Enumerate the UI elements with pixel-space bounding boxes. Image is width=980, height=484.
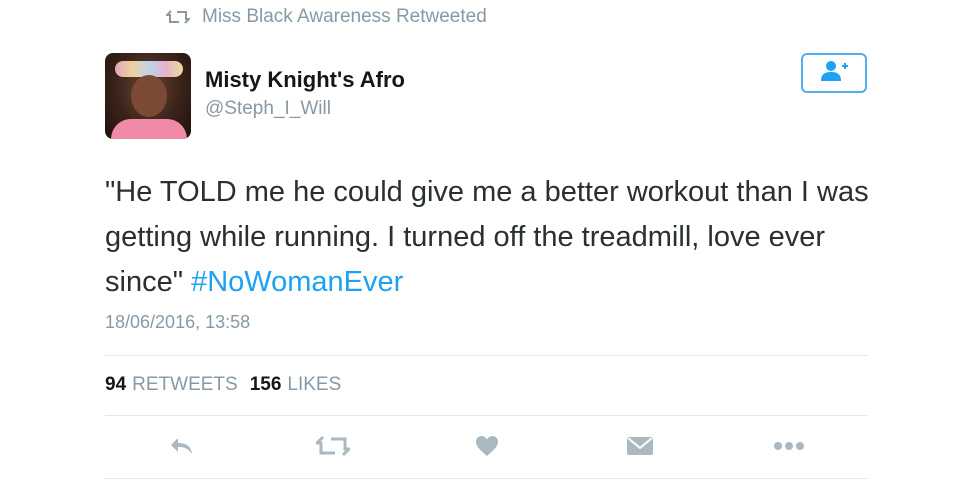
- retweet-context-text: Miss Black Awareness Retweeted: [202, 6, 487, 27]
- retweet-button[interactable]: [314, 428, 352, 464]
- add-user-icon: [819, 60, 849, 87]
- like-button[interactable]: [472, 428, 502, 464]
- tweet-stats: 94 RETWEETS 156 LIKES: [105, 374, 341, 396]
- retweets-label: RETWEETS: [132, 374, 238, 395]
- hashtag-link[interactable]: #NoWomanEver: [191, 266, 403, 298]
- divider: [105, 478, 868, 479]
- retweet-icon: [166, 9, 190, 25]
- more-options-button[interactable]: [769, 428, 809, 464]
- retweets-count: 94: [105, 374, 127, 395]
- likes-stat[interactable]: 156 LIKES: [250, 374, 342, 396]
- likes-label: LIKES: [287, 374, 342, 395]
- retweet-icon: [316, 435, 350, 457]
- direct-message-button[interactable]: [623, 428, 657, 464]
- avatar[interactable]: [105, 53, 191, 139]
- reply-icon: [171, 438, 192, 454]
- tweet-actions: [105, 428, 868, 464]
- follow-button[interactable]: [801, 53, 867, 93]
- direct-message-icon: [627, 437, 653, 455]
- retweets-stat[interactable]: 94 RETWEETS: [105, 374, 238, 396]
- reply-button[interactable]: [165, 428, 199, 464]
- tweet-text: "He TOLD me he could give me a better wo…: [105, 170, 895, 305]
- divider: [105, 355, 868, 356]
- like-heart-icon: [476, 436, 498, 456]
- retweet-context: Miss Black Awareness Retweeted: [166, 6, 487, 28]
- user-handle[interactable]: @Steph_I_Will: [205, 98, 331, 120]
- divider: [105, 415, 868, 416]
- user-display-name[interactable]: Misty Knight's Afro: [205, 67, 405, 93]
- tweet-timestamp[interactable]: 18/06/2016, 13:58: [105, 312, 250, 333]
- likes-count: 156: [249, 374, 282, 395]
- more-options-icon: [774, 442, 804, 450]
